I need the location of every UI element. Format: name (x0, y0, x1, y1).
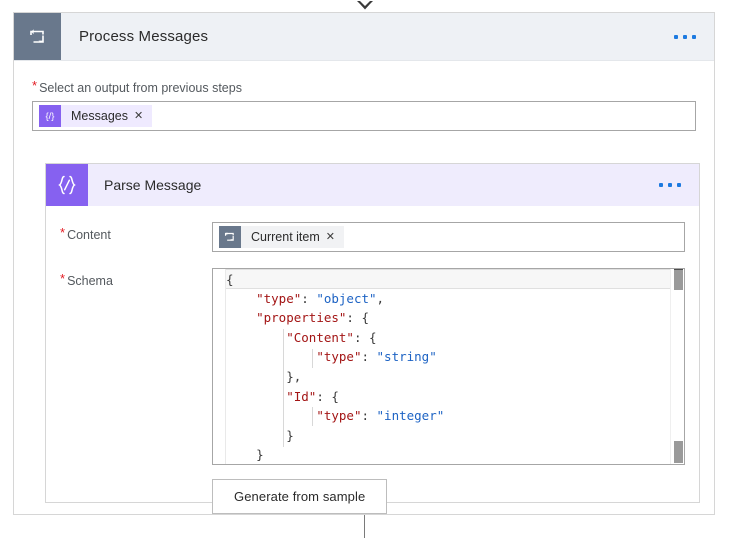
generate-button-wrap: Generate from sample (46, 479, 699, 514)
ellipsis-dot (674, 34, 678, 39)
code-token: : (361, 349, 377, 365)
required-marker: * (60, 225, 66, 240)
code-line: "Id": { (226, 387, 670, 407)
parse-message-title: Parse Message (104, 177, 202, 193)
code-token: "integer" (376, 408, 445, 424)
content-label-text: Content (67, 228, 111, 242)
select-output-input[interactable]: {/} Messages ✕ (32, 101, 696, 131)
schema-field: { "type": "object", "properties": { "Con… (212, 268, 699, 465)
code-token: : { (316, 388, 339, 404)
code-token: "type" (256, 290, 302, 306)
code-token: "type" (316, 408, 362, 424)
content-input[interactable]: Current item ✕ (212, 222, 685, 252)
ellipsis-dot (668, 183, 672, 187)
code-token: , (376, 290, 385, 306)
code-token: : (301, 290, 317, 306)
parse-message-card: Parse Message * Content Current item ✕ *… (45, 163, 700, 514)
select-output-label: * Select an output from previous steps (32, 78, 696, 95)
code-token: }, (286, 368, 302, 384)
action-card-title: Process Messages (79, 28, 209, 45)
content-label: * Content (60, 222, 212, 242)
action-card-menu-button[interactable] (672, 29, 698, 45)
parse-message-header: Parse Message (46, 164, 699, 206)
parse-message-body: * Content Current item ✕ * Schema {"typ… (46, 222, 699, 518)
ellipsis-dot (659, 183, 663, 187)
code-token: } (256, 447, 264, 463)
bottom-connector-line (364, 515, 365, 538)
code-line: { (226, 269, 670, 289)
code-line: } (226, 445, 670, 464)
token-label: Messages (71, 109, 128, 123)
schema-label-text: Schema (67, 274, 113, 288)
loop-repeat-icon (219, 226, 241, 248)
code-line: "type": "object", (226, 289, 670, 309)
code-token: : (361, 408, 377, 424)
required-marker: * (32, 78, 38, 93)
expression-braces-icon: {/} (39, 105, 61, 127)
code-token: } (286, 427, 294, 443)
schema-code-editor[interactable]: { "type": "object", "properties": { "Con… (212, 268, 685, 465)
parse-message-menu-button[interactable] (657, 177, 683, 193)
code-gutter (213, 269, 226, 464)
token-messages[interactable]: {/} Messages ✕ (39, 105, 153, 127)
schema-editor-scrollbar[interactable] (670, 269, 684, 464)
code-token: "type" (316, 349, 362, 365)
action-card-process-messages: Process Messages * Select an output from… (13, 12, 715, 515)
code-token: "Content" (286, 329, 354, 345)
code-line: "properties": { (226, 308, 670, 328)
code-line: }, (226, 367, 670, 387)
code-line: "type": "string" (226, 347, 670, 367)
chevron-down-icon (356, 1, 373, 10)
ellipsis-dot (683, 34, 687, 39)
code-token: : { (353, 329, 377, 345)
generate-from-sample-button[interactable]: Generate from sample (212, 479, 388, 514)
schema-label: * Schema (60, 268, 212, 288)
scrollbar-thumb[interactable] (674, 270, 683, 290)
loop-repeat-icon (14, 13, 61, 60)
ellipsis-dot (677, 183, 681, 187)
code-token: "properties" (256, 310, 347, 326)
ellipsis-dot (692, 34, 696, 39)
code-line: } (226, 426, 670, 446)
content-field: Current item ✕ (212, 222, 699, 252)
code-token: { (226, 272, 234, 287)
code-line: "Content": { (226, 328, 670, 348)
top-connector (0, 0, 729, 12)
code-token: "Id" (286, 388, 317, 404)
schema-row: * Schema { "type": "object", "properties… (46, 268, 699, 465)
scrollbar-thumb-lower[interactable] (674, 441, 683, 463)
content-row: * Content Current item ✕ (46, 222, 699, 252)
parse-json-icon (46, 164, 88, 206)
schema-code-lines[interactable]: { "type": "object", "properties": { "Con… (226, 269, 670, 464)
select-output-field-block: * Select an output from previous steps {… (14, 61, 714, 131)
token-label: Current item (251, 230, 320, 244)
action-card-body: * Select an output from previous steps {… (14, 61, 714, 131)
token-current-item[interactable]: Current item ✕ (219, 226, 344, 248)
code-token: "string" (376, 349, 437, 365)
close-x-icon[interactable]: ✕ (134, 110, 152, 122)
action-card-header: Process Messages (14, 13, 714, 61)
select-output-label-text: Select an output from previous steps (39, 81, 242, 95)
code-token: "object" (316, 290, 377, 306)
code-token: : { (346, 310, 369, 326)
required-marker: * (60, 271, 66, 286)
close-x-icon[interactable]: ✕ (326, 231, 344, 243)
code-line: "type": "integer" (226, 406, 670, 426)
